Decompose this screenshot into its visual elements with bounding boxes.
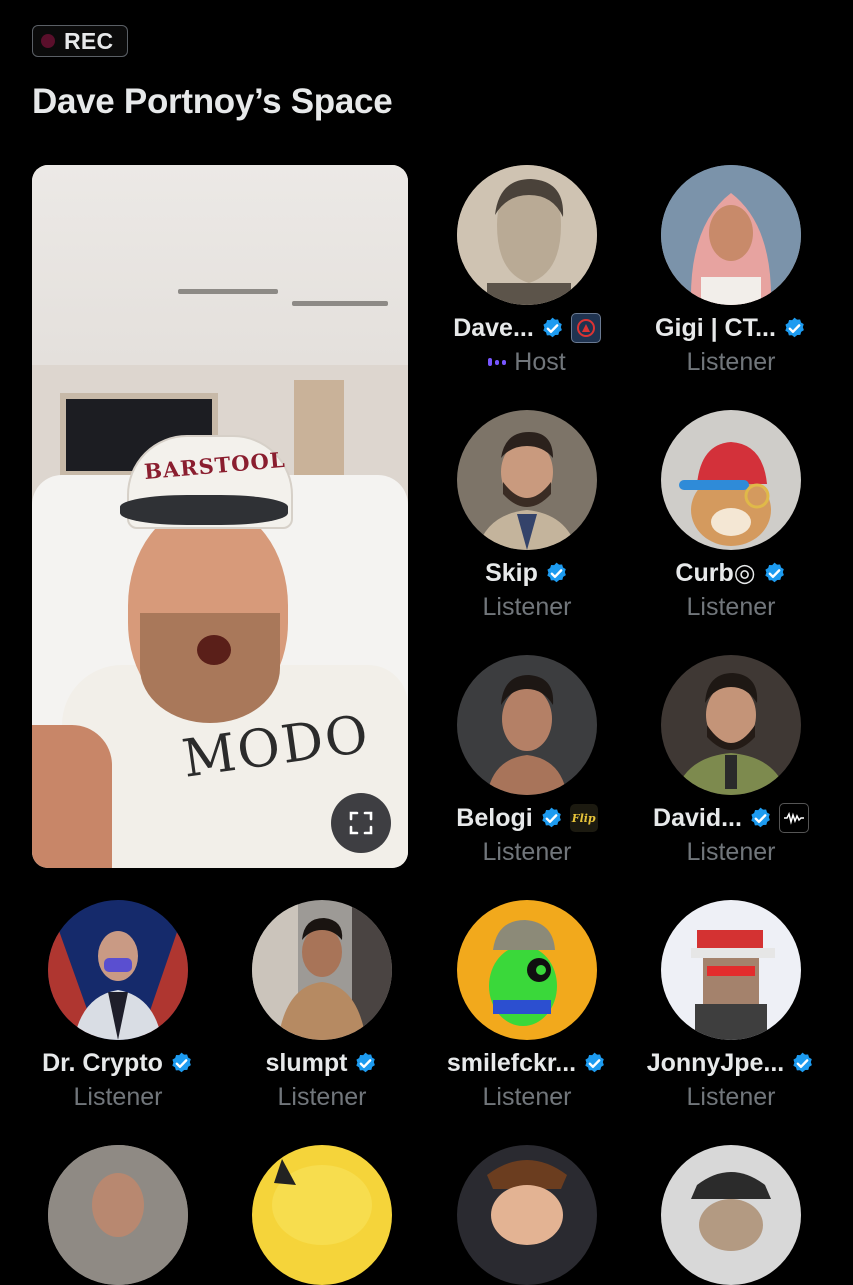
avatar[interactable] [661,1145,801,1285]
participant-name: Skip [485,558,538,587]
name-row: slumpt [227,1045,417,1081]
name-row: Curb◎ [636,555,826,591]
participant-name: slumpt [265,1048,348,1077]
verified-badge-icon [585,1052,604,1072]
avatar[interactable] [457,900,597,1040]
role-row: Host [432,345,622,379]
verified-badge-icon [543,317,562,337]
avatar[interactable] [252,900,392,1040]
name-row: Skip [432,555,622,591]
role-row: Listener [227,1080,417,1114]
participant-role: Listener [277,1082,367,1111]
video-vent [292,301,388,306]
role-row: Listener [636,590,826,624]
video-vent [178,289,278,294]
role-row: Listener [432,835,622,869]
avatar[interactable] [48,1145,188,1285]
participant-name: smilefckr... [446,1048,577,1077]
rec-label: REC [64,27,114,54]
space-title: Dave Portnoy’s Space [32,82,393,121]
role-row: Listener [636,345,826,379]
name-row: Dr. Crypto [23,1045,213,1081]
name-row: David... [636,800,826,836]
name-row: smilefckr... [432,1045,622,1081]
verified-badge-icon [793,1052,813,1072]
name-row: JonnyJpe... [636,1045,826,1081]
video-arm [32,725,112,868]
barstool-badge-icon [570,313,601,343]
verified-badge-icon [356,1052,376,1072]
recording-indicator: REC [32,25,128,57]
participant-name: Belogi [456,803,533,832]
participant-role: Listener [686,837,776,866]
verified-badge-icon [542,807,561,827]
participant-name: Dave... [453,313,534,342]
participant-name: Dr. Crypto [42,1048,163,1077]
avatar[interactable] [661,900,801,1040]
avatar[interactable] [457,410,597,550]
avatar[interactable] [48,900,188,1040]
participant-name: David... [653,803,742,832]
host-speaking-icon [488,358,507,366]
participant-role: Listener [482,592,572,621]
video-shelf [294,380,344,490]
avatar[interactable] [661,410,801,550]
participant-role: Listener [482,837,572,866]
participant-role: Listener [73,1082,163,1111]
avatar[interactable] [661,165,801,305]
fullscreen-icon [349,811,373,835]
video-cap-brim [120,495,288,525]
avatar[interactable] [252,1145,392,1285]
rec-dot-icon [41,34,55,48]
waveform-badge-icon [778,803,809,833]
participant-name: JonnyJpe... [646,1048,785,1077]
participant-role: Listener [686,347,776,376]
avatar[interactable] [457,1145,597,1285]
avatar[interactable] [457,165,597,305]
avatar[interactable] [457,655,597,795]
verified-badge-icon [785,317,804,337]
video-beard [140,613,280,723]
verified-badge-icon [547,562,566,582]
verified-badge-icon [764,562,784,582]
role-row: Listener [636,1080,826,1114]
participant-name: Curb◎ [675,559,756,587]
participant-role: Listener [482,1082,572,1111]
verified-badge-icon [172,1052,191,1072]
name-row: Gigi | CT... [636,310,826,346]
name-row: Dave... [432,310,622,346]
participant-role: Listener [686,1082,776,1111]
participant-role: Host [514,347,566,376]
role-row: Listener [23,1080,213,1114]
video-ceiling [32,165,408,365]
role-row: Listener [432,1080,622,1114]
flip-badge-icon: Flip [569,804,598,832]
role-row: Listener [432,590,622,624]
fullscreen-button[interactable] [331,793,391,853]
participant-role: Listener [686,592,776,621]
participant-name: Gigi | CT... [655,313,776,342]
role-row: Listener [636,835,826,869]
host-video[interactable]: BARSTOOL MODO [32,165,408,868]
avatar[interactable] [661,655,801,795]
video-mouth [197,635,231,665]
verified-badge-icon [751,807,770,827]
name-row: Belogi Flip [432,800,622,836]
